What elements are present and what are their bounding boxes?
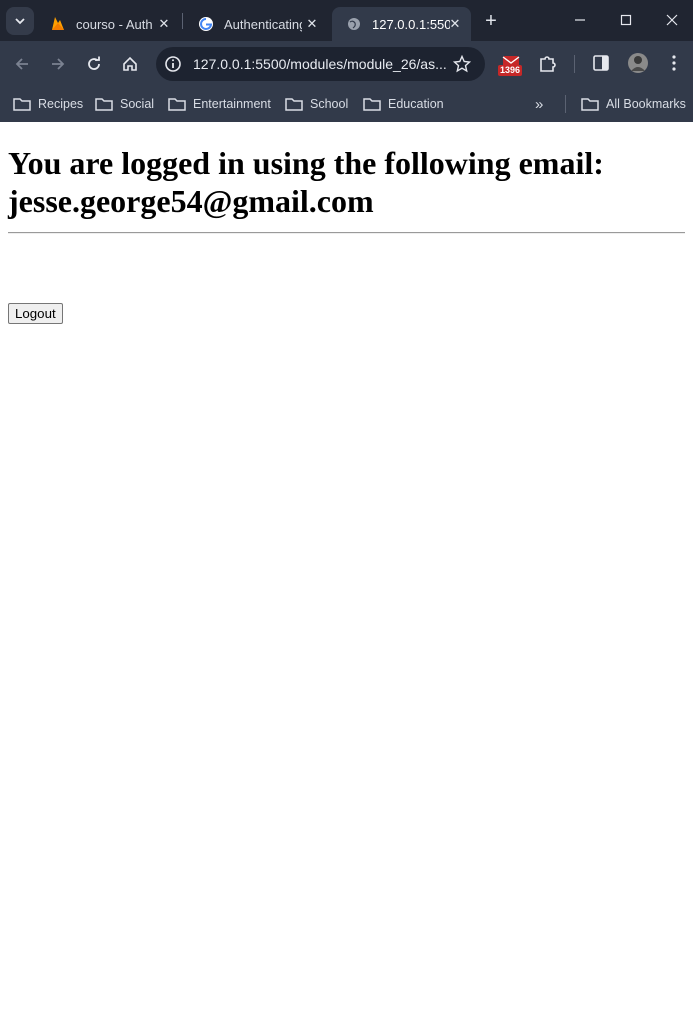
chevron-down-icon [15, 18, 25, 25]
profile-avatar[interactable] [627, 52, 649, 79]
folder-icon [95, 98, 113, 111]
tab-separator [182, 13, 183, 29]
all-bookmarks-button[interactable]: All Bookmarks [581, 94, 686, 114]
reload-button[interactable] [83, 53, 105, 75]
more-vertical-icon [672, 55, 676, 71]
bookmark-star-icon[interactable] [453, 55, 471, 73]
reload-icon [88, 56, 100, 70]
address-bar[interactable]: 127.0.0.1:5500/modules/module_26/as... [156, 47, 485, 81]
maximize-icon [620, 14, 632, 26]
extension-mail-button[interactable]: 1396 [498, 56, 523, 81]
bookmark-folder-education[interactable]: Education [363, 94, 444, 114]
close-tab-icon[interactable]: ✕ [447, 16, 463, 32]
bookmark-label: All Bookmarks [606, 97, 686, 111]
avatar-icon [628, 53, 648, 73]
login-status-heading: You are logged in using the following em… [8, 144, 688, 220]
home-button[interactable] [119, 53, 141, 75]
bookmark-folder-entertainment[interactable]: Entertainment [168, 94, 271, 114]
bookmark-label: Social [120, 97, 155, 111]
user-email: jesse.george54@gmail.com [8, 183, 374, 219]
site-info-icon[interactable] [164, 55, 182, 73]
tab-search-button[interactable] [6, 7, 34, 35]
extension-badge: 1396 [498, 65, 523, 76]
maximize-button[interactable] [604, 6, 648, 34]
back-button[interactable] [11, 53, 33, 75]
side-panel-button[interactable] [592, 54, 610, 77]
forward-button[interactable] [47, 53, 69, 75]
address-url[interactable]: 127.0.0.1:5500/modules/module_26/as... [193, 56, 448, 72]
folder-icon [363, 98, 381, 111]
tab-firebase[interactable]: courso - Auth ✕ [36, 7, 180, 41]
puzzle-icon [540, 56, 556, 72]
bookmark-label: Recipes [38, 97, 84, 111]
globe-icon [346, 16, 362, 32]
divider [8, 232, 685, 234]
bookmarks-overflow-button[interactable]: » [535, 94, 543, 114]
forward-arrow-icon [52, 58, 65, 70]
minimize-button[interactable] [558, 6, 602, 34]
tab-strip: courso - Auth ✕ Authenticating ✕ 127.0.0… [0, 0, 693, 41]
tab-title: courso - Auth [76, 16, 153, 32]
close-icon [666, 14, 678, 26]
bookmark-folder-recipes[interactable]: Recipes [13, 94, 83, 114]
bookmark-folder-school[interactable]: School [285, 94, 348, 114]
side-panel-icon [593, 55, 609, 71]
tab-title: Authenticating [224, 16, 302, 32]
bookmark-label: School [310, 97, 349, 111]
bookmarks-bar: Recipes Social Entertainment School Educ… [0, 86, 693, 122]
browser-chrome: courso - Auth ✕ Authenticating ✕ 127.0.0… [0, 0, 693, 122]
folder-icon [13, 98, 31, 111]
heading-text: You are logged in using the following em… [8, 145, 604, 181]
bookmarks-divider [565, 95, 566, 113]
toolbar-divider [574, 55, 575, 73]
folder-icon [581, 98, 599, 111]
tab-title: 127.0.0.1:5500 [372, 16, 450, 32]
browser-menu-button[interactable] [666, 54, 682, 77]
extensions-button[interactable] [538, 53, 558, 78]
minimize-icon [575, 19, 585, 21]
google-icon [198, 16, 214, 32]
folder-icon [168, 98, 186, 111]
close-window-button[interactable] [650, 6, 693, 34]
folder-icon [285, 98, 303, 111]
close-tab-icon[interactable]: ✕ [304, 16, 320, 32]
home-icon [123, 56, 137, 71]
browser-toolbar: 127.0.0.1:5500/modules/module_26/as... 1… [0, 41, 693, 86]
tab-google[interactable]: Authenticating ✕ [184, 7, 328, 41]
new-tab-button[interactable]: + [480, 10, 502, 32]
firebase-icon [50, 16, 66, 32]
bookmark-label: Entertainment [193, 97, 271, 111]
bookmark-folder-social[interactable]: Social [95, 94, 154, 114]
bookmark-label: Education [388, 97, 444, 111]
close-tab-icon[interactable]: ✕ [156, 16, 172, 32]
logout-button[interactable]: Logout [8, 303, 63, 324]
back-arrow-icon [15, 58, 28, 70]
tab-localhost[interactable]: 127.0.0.1:5500 ✕ [332, 7, 471, 41]
